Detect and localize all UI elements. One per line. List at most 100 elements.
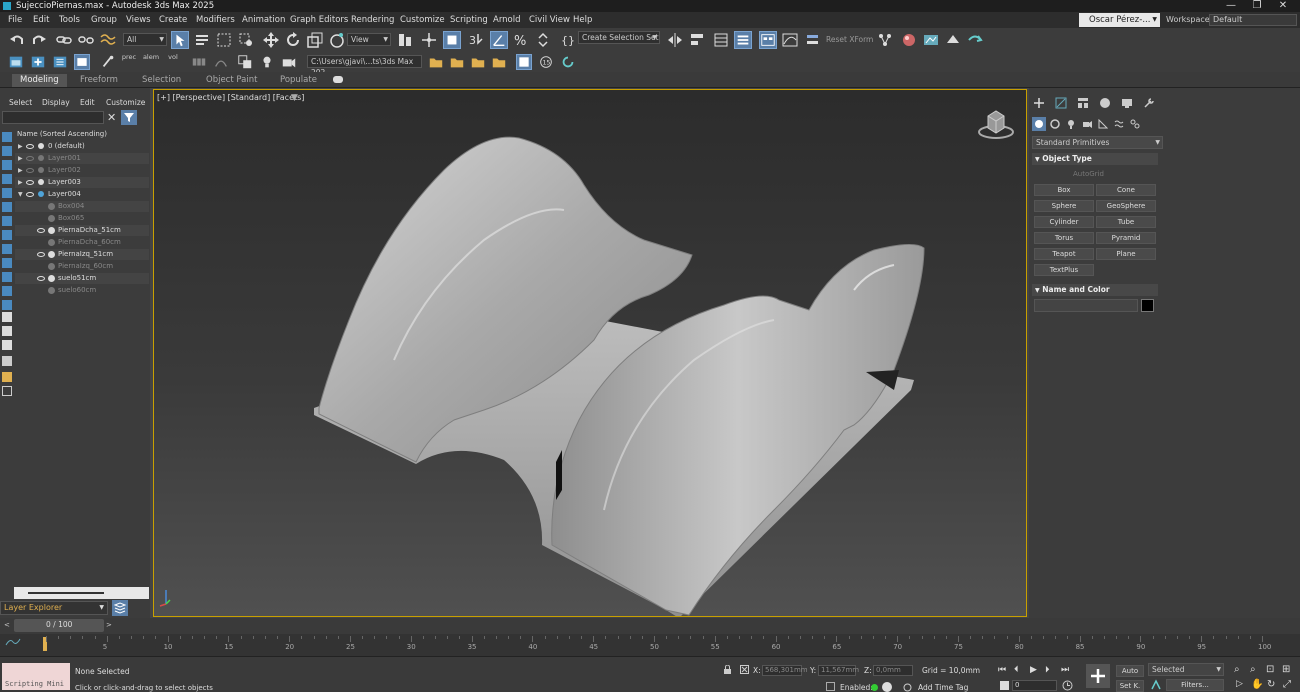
- named-selection-set-dropdown[interactable]: Create Selection Set ▼: [578, 31, 660, 44]
- previous-frame-icon[interactable]: ⏴: [1014, 665, 1019, 675]
- key-filters-icon[interactable]: [1150, 679, 1162, 691]
- plane-button[interactable]: Plane: [1096, 248, 1156, 260]
- autogrid-checkbox[interactable]: AutoGrid: [1073, 170, 1104, 178]
- toggle-scene-explorer-icon[interactable]: [712, 31, 730, 49]
- tab-freeform[interactable]: Freeform: [80, 74, 118, 87]
- adaptive-toggle-icon[interactable]: [882, 682, 892, 692]
- display-tab-icon[interactable]: [1121, 97, 1133, 109]
- filter-funnel-icon[interactable]: [2, 356, 12, 366]
- tab-populate[interactable]: Populate: [280, 74, 317, 87]
- expand-arrow-icon[interactable]: ▶: [18, 141, 23, 152]
- teapot-button[interactable]: Teapot: [1034, 248, 1094, 260]
- shapes-category-icon[interactable]: [1050, 119, 1060, 129]
- spinner-snap-icon[interactable]: [534, 31, 552, 49]
- array-icon[interactable]: [191, 54, 207, 70]
- close-icon[interactable]: ✕: [107, 111, 116, 124]
- mirror-icon[interactable]: [666, 31, 684, 49]
- key-mode-icon[interactable]: [1000, 681, 1009, 690]
- set-key-button[interactable]: [1086, 664, 1110, 688]
- viewcube-icon[interactable]: [976, 106, 1016, 142]
- display-spacewarps-icon[interactable]: [2, 216, 12, 226]
- selection-filter-dropdown[interactable]: All ▼: [123, 33, 167, 46]
- utilities-tab-icon[interactable]: [1143, 97, 1155, 109]
- edit-named-selection-icon[interactable]: {}: [559, 31, 577, 49]
- paint-brush-icon[interactable]: [100, 54, 116, 70]
- primitive-category-dropdown[interactable]: Standard Primitives ▼: [1032, 136, 1163, 149]
- list-item[interactable]: PiernaIzq_51cm: [15, 249, 149, 260]
- cylinder-button[interactable]: Cylinder: [1034, 216, 1094, 228]
- menu-arnold[interactable]: Arnold: [493, 12, 521, 28]
- tab-object-paint[interactable]: Object Paint: [206, 74, 257, 87]
- go-to-start-icon[interactable]: ⏮: [998, 665, 1006, 675]
- explorer-tab-edit[interactable]: Edit: [80, 98, 95, 107]
- expand-arrow-icon[interactable]: ▶: [18, 153, 23, 164]
- project-path-field[interactable]: C:\Users\gjavi\...ts\3ds Max 202: [307, 55, 422, 77]
- enabled-indicator[interactable]: [871, 684, 878, 691]
- display-geometry-icon[interactable]: [2, 146, 12, 156]
- go-to-end-icon[interactable]: ⏭: [1061, 665, 1069, 675]
- lights-category-icon[interactable]: [1066, 119, 1076, 129]
- display-dependents-icon[interactable]: [2, 340, 12, 350]
- open-folder-icon[interactable]: [428, 54, 444, 70]
- schematic-view-icon[interactable]: [876, 31, 894, 49]
- eye-icon[interactable]: [26, 192, 34, 197]
- percent-snap-icon[interactable]: %: [512, 31, 530, 49]
- auto-key-button[interactable]: Auto: [1116, 665, 1144, 677]
- list-item[interactable]: ▼ Layer004: [15, 189, 149, 200]
- hierarchy-tab-icon[interactable]: [1077, 97, 1089, 109]
- orbit-icon[interactable]: ↻: [1267, 679, 1275, 690]
- list-item[interactable]: ▶ Layer001: [15, 153, 149, 164]
- x-coordinate-field[interactable]: 568,301mm: [762, 665, 808, 676]
- display-bones-icon[interactable]: [2, 258, 12, 268]
- project-folder-icon[interactable]: [8, 54, 24, 70]
- set-key-mode-button[interactable]: Set K.: [1116, 680, 1144, 692]
- menu-views[interactable]: Views: [126, 12, 151, 28]
- box-button[interactable]: Box: [1034, 184, 1094, 196]
- menu-file[interactable]: File: [8, 12, 22, 28]
- frame-15-icon[interactable]: 15: [538, 54, 554, 70]
- time-configuration-icon[interactable]: [1062, 680, 1073, 691]
- display-influences-icon[interactable]: [2, 326, 12, 336]
- maxscript-listener[interactable]: Scripting Mini: [2, 663, 70, 690]
- refresh-icon[interactable]: [560, 54, 576, 70]
- link-icon[interactable]: [55, 31, 73, 49]
- clone-icon[interactable]: [237, 54, 253, 70]
- menu-group[interactable]: Group: [91, 12, 117, 28]
- workspace-select[interactable]: Default: [1209, 14, 1297, 26]
- current-frame-field[interactable]: 0: [1012, 680, 1057, 691]
- reference-coordinate-dropdown[interactable]: View ▼: [347, 33, 391, 46]
- menu-rendering[interactable]: Rendering: [351, 12, 394, 28]
- toggle-ribbon-icon[interactable]: [759, 31, 777, 49]
- time-slider[interactable]: 0 / 100: [14, 619, 104, 632]
- expand-arrow-icon[interactable]: ▶: [18, 177, 23, 188]
- redo-icon[interactable]: [30, 31, 48, 49]
- place-icon[interactable]: [328, 31, 346, 49]
- menu-customize[interactable]: Customize: [400, 12, 445, 28]
- key-filter-dropdown[interactable]: Selected ▼: [1148, 663, 1224, 676]
- minimize-button[interactable]: —: [1218, 0, 1244, 12]
- eye-icon[interactable]: [26, 156, 34, 161]
- tab-modeling[interactable]: Modeling: [12, 74, 67, 87]
- textplus-button[interactable]: TextPlus: [1034, 264, 1094, 276]
- display-lights-icon[interactable]: [2, 174, 12, 184]
- absolute-mode-icon[interactable]: [740, 665, 749, 674]
- leg-support-mesh[interactable]: [154, 90, 1027, 617]
- helpers-category-icon[interactable]: [1098, 119, 1108, 129]
- keyboard-shortcut-override-icon[interactable]: [443, 31, 461, 49]
- list-item[interactable]: PiernaDcha_60cm: [15, 237, 149, 248]
- select-by-name-icon[interactable]: [193, 31, 211, 49]
- geometry-category-icon[interactable]: [1032, 117, 1046, 131]
- create-layer-icon[interactable]: [30, 54, 46, 70]
- scale-icon[interactable]: [306, 31, 324, 49]
- display-containers-icon[interactable]: [2, 272, 12, 282]
- object-color-swatch[interactable]: [1141, 299, 1154, 312]
- explorer-tab-display[interactable]: Display: [42, 98, 70, 107]
- menu-civil-view[interactable]: Civil View: [529, 12, 570, 28]
- user-account-dropdown[interactable]: Oscar Pérez-... ▼: [1079, 13, 1160, 27]
- list-item[interactable]: ▶ Layer003: [15, 177, 149, 188]
- collapse-arrow-icon[interactable]: ▼: [18, 189, 23, 200]
- list-item[interactable]: suelo51cm: [15, 273, 149, 284]
- menu-animation[interactable]: Animation: [242, 12, 285, 28]
- motion-tab-icon[interactable]: [1099, 97, 1111, 109]
- menu-help[interactable]: Help: [573, 12, 592, 28]
